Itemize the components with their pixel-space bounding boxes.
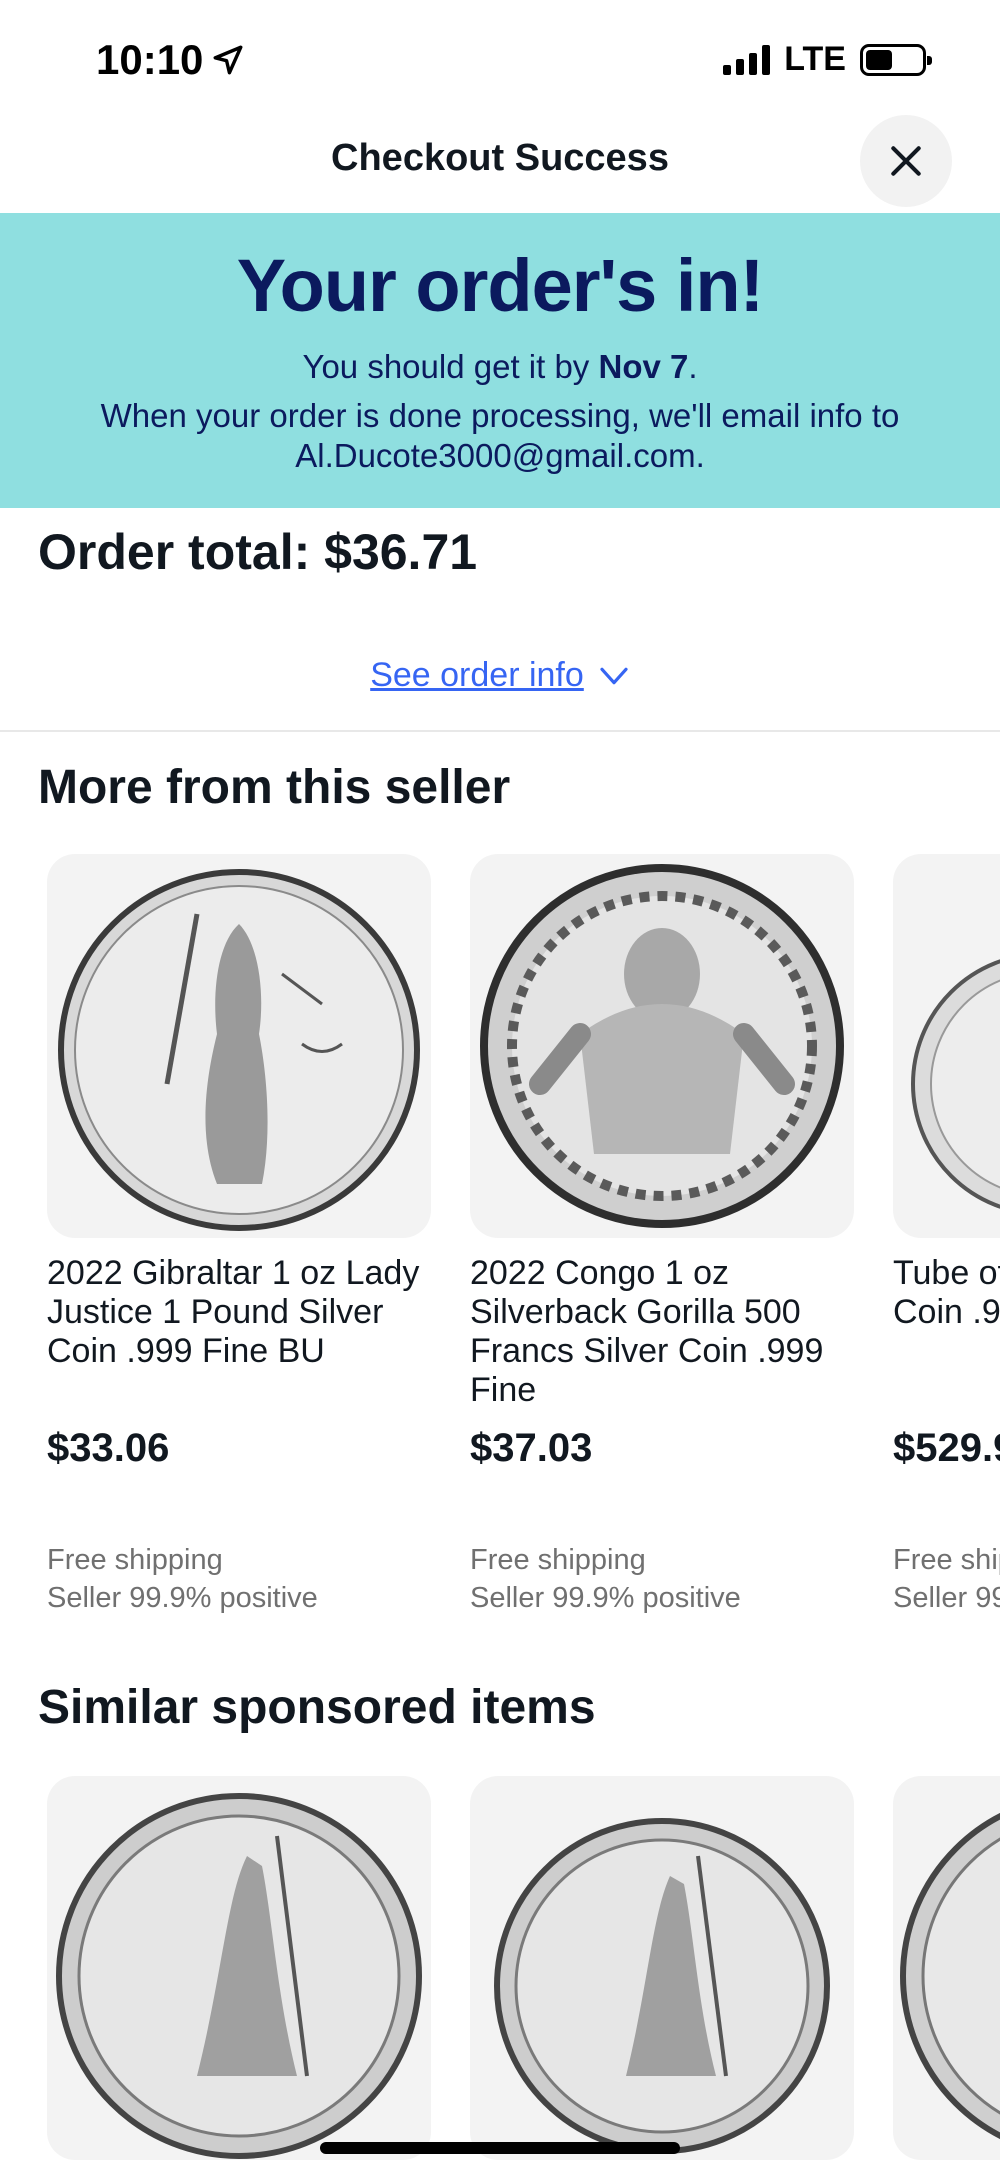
product-price: $37.03 — [470, 1426, 593, 1470]
more-from-seller-carousel[interactable]: 2022 Gibraltar 1 oz Lady Justice 1 Pound… — [0, 854, 1000, 1614]
product-title[interactable]: 2022 Congo 1 oz Silverback Gorilla 500 F… — [470, 1254, 854, 1410]
delivery-date: Nov 7 — [598, 348, 689, 385]
delivery-suffix: . — [688, 348, 698, 385]
sponsored-card[interactable] — [893, 1776, 1000, 2160]
see-order-info-link[interactable]: See order info — [0, 656, 1000, 695]
delivery-prefix: You should get it by — [302, 348, 590, 385]
delivery-estimate: You should get it by Nov 7. — [0, 348, 1000, 386]
network-label: LTE — [784, 40, 846, 78]
more-from-seller-title: More from this seller — [38, 761, 511, 814]
product-title[interactable]: 2022 Gibraltar 1 oz Lady Justice 1 Pound… — [47, 1254, 431, 1371]
coin-icon — [494, 1818, 830, 2154]
battery-icon — [860, 43, 932, 76]
lady-justice-coin-image[interactable] — [47, 854, 431, 1238]
status-bar: 10:10 LTE — [0, 0, 1000, 115]
see-order-info-label[interactable]: See order info — [370, 656, 584, 695]
silverback-gorilla-coin-image[interactable] — [470, 854, 854, 1238]
page-title: Checkout Success — [331, 137, 669, 179]
product-shipping: Free shipping — [47, 1544, 223, 1576]
product-card[interactable]: 2022 Gibraltar 1 oz Lady Justice 1 Pound… — [47, 854, 431, 1614]
order-total: Order total: $36.71 — [38, 524, 478, 580]
gibraltar-coin-image[interactable] — [893, 854, 1000, 1238]
close-button[interactable] — [860, 115, 952, 207]
product-title[interactable]: Tube of Gibralt Justice Coin .9 — [893, 1254, 1000, 1332]
seller-rating: Seller 99.9% positive — [47, 1582, 318, 1614]
home-indicator[interactable] — [320, 2142, 680, 2154]
product-card[interactable]: 2022 Congo 1 oz Silverback Gorilla 500 F… — [470, 854, 854, 1614]
product-shipping: Free ship — [893, 1544, 1000, 1576]
time-label: 10:10 — [96, 36, 204, 83]
similar-sponsored-title: Similar sponsored items — [38, 1681, 596, 1734]
coin-icon — [56, 1793, 422, 2159]
section-divider — [0, 730, 1000, 732]
seller-rating: Seller 99 — [893, 1582, 1000, 1614]
coin-icon — [911, 959, 1000, 1209]
success-banner: Your order's in! You should get it by No… — [0, 213, 1000, 508]
success-title: Your order's in! — [236, 244, 765, 327]
coin-icon — [480, 864, 844, 1228]
britannia-coin-image[interactable] — [47, 1776, 431, 2160]
email-notice: When your order is done processing, we'l… — [100, 397, 900, 474]
seller-rating: Seller 99.9% positive — [470, 1582, 741, 1614]
product-price: $33.06 — [47, 1426, 170, 1470]
product-price: $529.9 — [893, 1426, 1000, 1470]
britannia-coin-image[interactable] — [470, 1776, 854, 2160]
page-header: Checkout Success — [0, 115, 1000, 213]
location-arrow-icon — [213, 45, 243, 75]
product-card[interactable]: Tube of Gibralt Justice Coin .9 $529.9 F… — [893, 854, 1000, 1614]
sponsored-card[interactable] — [470, 1776, 854, 2160]
coin-icon — [900, 1812, 1000, 2140]
signal-icon — [723, 44, 771, 75]
similar-sponsored-carousel[interactable] — [0, 1776, 1000, 2164]
status-time: 10:10 — [96, 36, 245, 84]
status-indicators: LTE — [723, 40, 932, 79]
chevron-down-icon[interactable] — [598, 660, 630, 692]
coin-icon — [58, 869, 420, 1231]
sponsored-card[interactable] — [47, 1776, 431, 2160]
close-icon — [891, 146, 921, 176]
silver-coin-image[interactable] — [893, 1776, 1000, 2160]
product-shipping: Free shipping — [470, 1544, 646, 1576]
